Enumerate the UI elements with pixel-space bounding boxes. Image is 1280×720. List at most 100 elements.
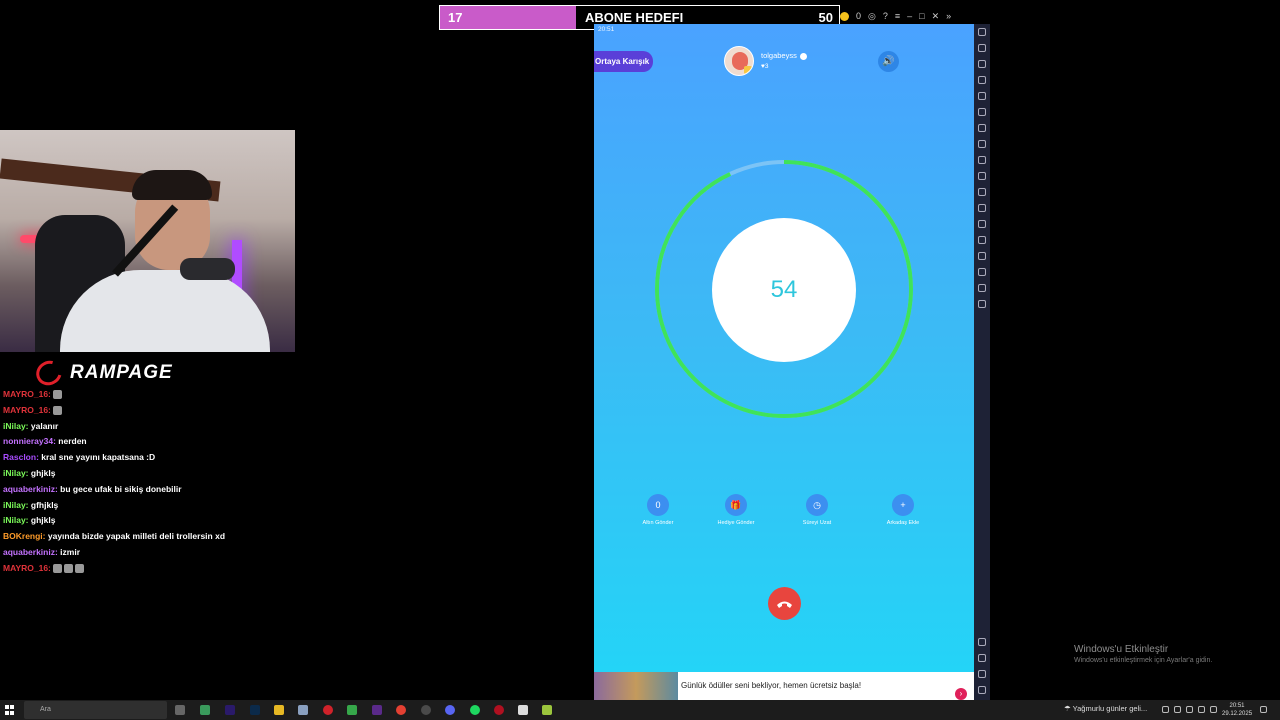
emote-icon <box>53 564 63 574</box>
task-view-icon[interactable] <box>175 705 185 715</box>
airplane-icon[interactable] <box>978 204 986 212</box>
back-icon[interactable] <box>978 654 986 662</box>
screenshot-icon[interactable] <box>978 156 986 164</box>
chat-text: yalanır <box>30 420 59 431</box>
help-icon[interactable]: ? <box>883 11 888 21</box>
status-bar-time: 20:51 <box>598 26 615 33</box>
chat-text: ghjklş <box>30 515 56 526</box>
close-icon[interactable]: ✕ <box>932 11 940 22</box>
rampage-logo: RAMPAGE <box>31 356 173 390</box>
chat-message: aquaberkiniz: bu gece ufak bi sikiş done… <box>3 482 433 498</box>
chat-overlay: MAYRO_16: MAYRO_16: iNilay: yalanır nonni… <box>3 387 433 577</box>
search-text: Ara <box>40 706 51 713</box>
emote-icon <box>75 564 85 574</box>
send-gift-label: Hediye Gönder <box>717 520 755 526</box>
tray-expand-icon[interactable] <box>1162 706 1169 713</box>
recent-apps-icon[interactable] <box>978 686 986 694</box>
start-icon <box>5 705 9 709</box>
opera-icon[interactable] <box>323 705 333 715</box>
macro-icon[interactable] <box>978 124 986 132</box>
clock-time: 20:51 <box>1229 703 1245 709</box>
extend-time-button[interactable]: ◷ Süreyi Uzat <box>787 494 847 527</box>
app-icon[interactable] <box>200 705 210 715</box>
maximize-icon[interactable]: □ <box>919 11 924 21</box>
sync-icon[interactable] <box>978 108 986 116</box>
notepad-icon[interactable] <box>298 705 308 715</box>
add-friend-button[interactable]: + Arkadaş Ekle <box>873 494 933 527</box>
speaker-button[interactable]: 🔊 <box>878 51 899 72</box>
weather-widget[interactable]: ☂ Yağmurlu günler geli... <box>1064 704 1147 713</box>
performance-icon[interactable] <box>978 140 986 148</box>
volume-icon[interactable] <box>978 44 986 52</box>
headset-icon[interactable] <box>1198 706 1205 713</box>
avatar[interactable] <box>724 46 754 76</box>
eco-icon[interactable] <box>978 236 986 244</box>
mix-mode-button[interactable]: Ortaya Karışık <box>594 51 654 72</box>
menu-icon[interactable]: ≡ <box>895 11 900 21</box>
file-explorer-icon[interactable] <box>274 705 284 715</box>
discord-icon[interactable] <box>445 705 455 715</box>
taskbar-search[interactable]: Ara <box>24 701 167 719</box>
media-icon[interactable] <box>978 188 986 196</box>
send-gold-button[interactable]: 0 Altın Gönder <box>628 494 688 527</box>
gamepad-icon[interactable] <box>978 76 986 84</box>
taskbar-clock[interactable]: 20:51 29.12.2025 <box>1222 702 1252 718</box>
taskbar: Ara ☂ Yağmurlu günler geli... 20:51 29.1… <box>0 700 1280 720</box>
webcam-feed <box>0 130 295 352</box>
username: tolgabeyss <box>761 51 807 60</box>
fullscreen-icon[interactable] <box>978 28 986 36</box>
emulator-sidebar <box>974 24 990 700</box>
settings-icon[interactable] <box>978 638 986 646</box>
rotate-icon[interactable] <box>978 92 986 100</box>
bluestacks-icon[interactable] <box>542 705 552 715</box>
emote-icon <box>53 390 63 400</box>
notification-icon[interactable] <box>1260 706 1267 713</box>
verified-icon <box>799 52 807 60</box>
speaker-tray-icon[interactable] <box>1210 706 1217 713</box>
microphone-icon[interactable] <box>1174 706 1181 713</box>
photoshop-icon[interactable] <box>250 705 260 715</box>
record-icon[interactable] <box>978 60 986 68</box>
settings-icon[interactable] <box>518 705 528 715</box>
microphone <box>180 258 235 280</box>
layers-icon[interactable] <box>978 268 986 276</box>
weather-text: Yağmurlu günler geli... <box>1072 704 1148 713</box>
chrome-icon[interactable] <box>396 705 406 715</box>
chat-username: MAYRO_16: <box>3 562 51 573</box>
ad-arrow-icon[interactable]: › <box>955 688 967 700</box>
spotify-icon[interactable] <box>470 705 480 715</box>
chat-text: yayında bizde yapak milleti deli troller… <box>47 531 226 542</box>
chat-message: aquaberkiniz: izmir <box>3 545 433 561</box>
camera-icon[interactable] <box>978 172 986 180</box>
minimize-icon[interactable]: – <box>907 11 912 21</box>
chat-username: BOKrengi: <box>3 531 46 542</box>
multi-instance-icon[interactable] <box>978 220 986 228</box>
location-icon[interactable] <box>978 284 986 292</box>
add-friend-label: Arkadaş Ekle <box>886 520 920 526</box>
start-button[interactable] <box>5 705 15 715</box>
network-icon[interactable] <box>1186 706 1193 713</box>
send-gift-button[interactable]: 🎁 Hediye Gönder <box>706 494 766 527</box>
premiere-pro-icon[interactable] <box>372 705 382 715</box>
chat-message: iNilay: gfhjklş <box>3 498 433 514</box>
collapse-icon[interactable]: » <box>946 11 951 21</box>
hang-up-button[interactable] <box>768 587 801 620</box>
premiere-icon[interactable] <box>225 705 235 715</box>
account-icon[interactable]: ◎ <box>868 11 876 22</box>
xbox-icon[interactable] <box>347 705 357 715</box>
goal-title: ABONE HEDEFI <box>585 10 684 25</box>
home-icon[interactable] <box>978 670 986 678</box>
umbrella-icon: ☂ <box>1064 704 1073 713</box>
sidebar-toggle-icon[interactable] <box>978 300 986 308</box>
trash-icon[interactable] <box>978 252 986 260</box>
emote-icon <box>53 406 63 416</box>
extend-time-label: Süreyi Uzat <box>802 520 832 526</box>
gift-icon: 🎁 <box>725 494 747 516</box>
chat-message: Rasclon: kral sne yayını kapatsana :D <box>3 450 433 466</box>
steam-icon[interactable] <box>421 705 431 715</box>
clock-icon: ◷ <box>806 494 828 516</box>
opera-gx-icon[interactable] <box>494 705 504 715</box>
ad-banner[interactable]: Günlük ödüller seni bekliyor, hemen ücre… <box>594 672 974 700</box>
chat-username: iNilay: <box>3 515 29 526</box>
rampage-logo-icon <box>31 356 67 390</box>
